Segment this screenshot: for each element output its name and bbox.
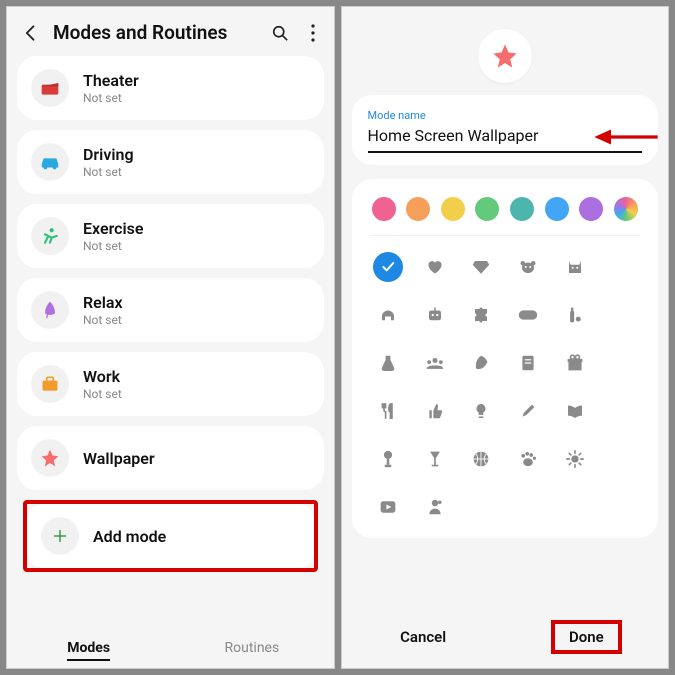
- mode-item-exercise[interactable]: Exercise Not set: [17, 204, 324, 268]
- cancel-button[interactable]: Cancel: [342, 620, 505, 654]
- field-label: Mode name: [368, 109, 643, 122]
- color-icon-picker: [352, 179, 659, 538]
- icon-leaf[interactable]: [466, 348, 496, 378]
- icon-lamp[interactable]: [373, 444, 403, 474]
- mode-status: Not set: [83, 239, 144, 253]
- mode-status: Not set: [83, 165, 134, 179]
- mode-label: Work: [83, 367, 122, 386]
- mode-name-card: Mode name Home Screen Wallpaper: [352, 95, 659, 165]
- icons-grid: [370, 252, 641, 522]
- tab-modes[interactable]: Modes: [7, 634, 170, 662]
- mode-item-driving[interactable]: Driving Not set: [17, 130, 324, 194]
- mode-status: Not set: [83, 91, 139, 105]
- icon-diamond[interactable]: [466, 252, 496, 282]
- mode-label: Theater: [83, 71, 139, 90]
- more-icon[interactable]: [306, 23, 320, 43]
- tab-routines[interactable]: Routines: [170, 634, 333, 662]
- page-title: Modes and Routines: [53, 21, 254, 44]
- icon-play-square[interactable]: [373, 492, 403, 522]
- icon-heart[interactable]: [420, 252, 450, 282]
- icon-robot[interactable]: [420, 300, 450, 330]
- search-icon[interactable]: [266, 23, 294, 43]
- left-screen: Modes and Routines Theater Not set Drivi…: [6, 6, 335, 669]
- icon-basketball[interactable]: [466, 444, 496, 474]
- icon-dog[interactable]: [513, 252, 543, 282]
- add-mode-button[interactable]: Add mode: [27, 504, 314, 568]
- icon-group[interactable]: [420, 348, 450, 378]
- icon-person-generic[interactable]: [420, 492, 450, 522]
- icon-bulb[interactable]: [466, 396, 496, 426]
- icon-bottle[interactable]: [560, 300, 590, 330]
- icon-controller[interactable]: [513, 300, 543, 330]
- bottom-tabs: Modes Routines: [7, 624, 334, 668]
- icon-glass[interactable]: [420, 444, 450, 474]
- header: Modes and Routines: [7, 7, 334, 56]
- mode-item-wallpaper[interactable]: Wallpaper: [17, 426, 324, 490]
- right-screen: Mode name Home Screen Wallpaper: [341, 6, 670, 669]
- star-icon: [31, 439, 69, 477]
- mode-icon-preview[interactable]: [478, 29, 532, 83]
- mode-status: Not set: [83, 313, 123, 327]
- mode-status: Not set: [83, 387, 122, 401]
- mode-item-relax[interactable]: Relax Not set: [17, 278, 324, 342]
- annotation-arrow: [590, 127, 662, 147]
- car-icon: [31, 143, 69, 181]
- icon-paw[interactable]: [513, 444, 543, 474]
- add-mode-label: Add mode: [93, 527, 166, 546]
- mode-item-theater[interactable]: Theater Not set: [17, 56, 324, 120]
- mode-label: Driving: [83, 145, 134, 164]
- color-yellow[interactable]: [441, 197, 465, 221]
- bottom-actions: Cancel Done: [342, 606, 669, 668]
- mode-item-work[interactable]: Work Not set: [17, 352, 324, 416]
- plus-icon: [41, 517, 79, 555]
- modes-list: Theater Not set Driving Not set Exercise…: [7, 56, 334, 572]
- icon-note[interactable]: [513, 348, 543, 378]
- icon-puzzle[interactable]: [466, 300, 496, 330]
- color-rainbow[interactable]: [614, 197, 638, 221]
- icon-flask[interactable]: [373, 348, 403, 378]
- icon-check[interactable]: [373, 252, 403, 282]
- back-icon[interactable]: [21, 23, 41, 43]
- mode-label: Relax: [83, 293, 123, 312]
- mode-label: Wallpaper: [83, 449, 155, 468]
- icon-cat[interactable]: [560, 252, 590, 282]
- color-purple[interactable]: [579, 197, 603, 221]
- color-orange[interactable]: [406, 197, 430, 221]
- feather-icon: [31, 291, 69, 329]
- color-pink[interactable]: [372, 197, 396, 221]
- icon-book[interactable]: [560, 396, 590, 426]
- exercise-icon: [31, 217, 69, 255]
- icon-headphones[interactable]: [373, 300, 403, 330]
- color-blue[interactable]: [545, 197, 569, 221]
- theater-icon: [31, 69, 69, 107]
- icon-gift[interactable]: [560, 348, 590, 378]
- color-teal[interactable]: [510, 197, 534, 221]
- briefcase-icon: [31, 365, 69, 403]
- icon-sun[interactable]: [560, 444, 590, 474]
- done-button[interactable]: Done: [505, 620, 668, 654]
- color-green[interactable]: [475, 197, 499, 221]
- color-row: [370, 197, 641, 221]
- icon-pen[interactable]: [513, 396, 543, 426]
- icon-thumbsup[interactable]: [420, 396, 450, 426]
- divider: [370, 235, 641, 236]
- mode-label: Exercise: [83, 219, 144, 238]
- add-mode-highlight: Add mode: [23, 500, 318, 572]
- icon-cutlery[interactable]: [373, 396, 403, 426]
